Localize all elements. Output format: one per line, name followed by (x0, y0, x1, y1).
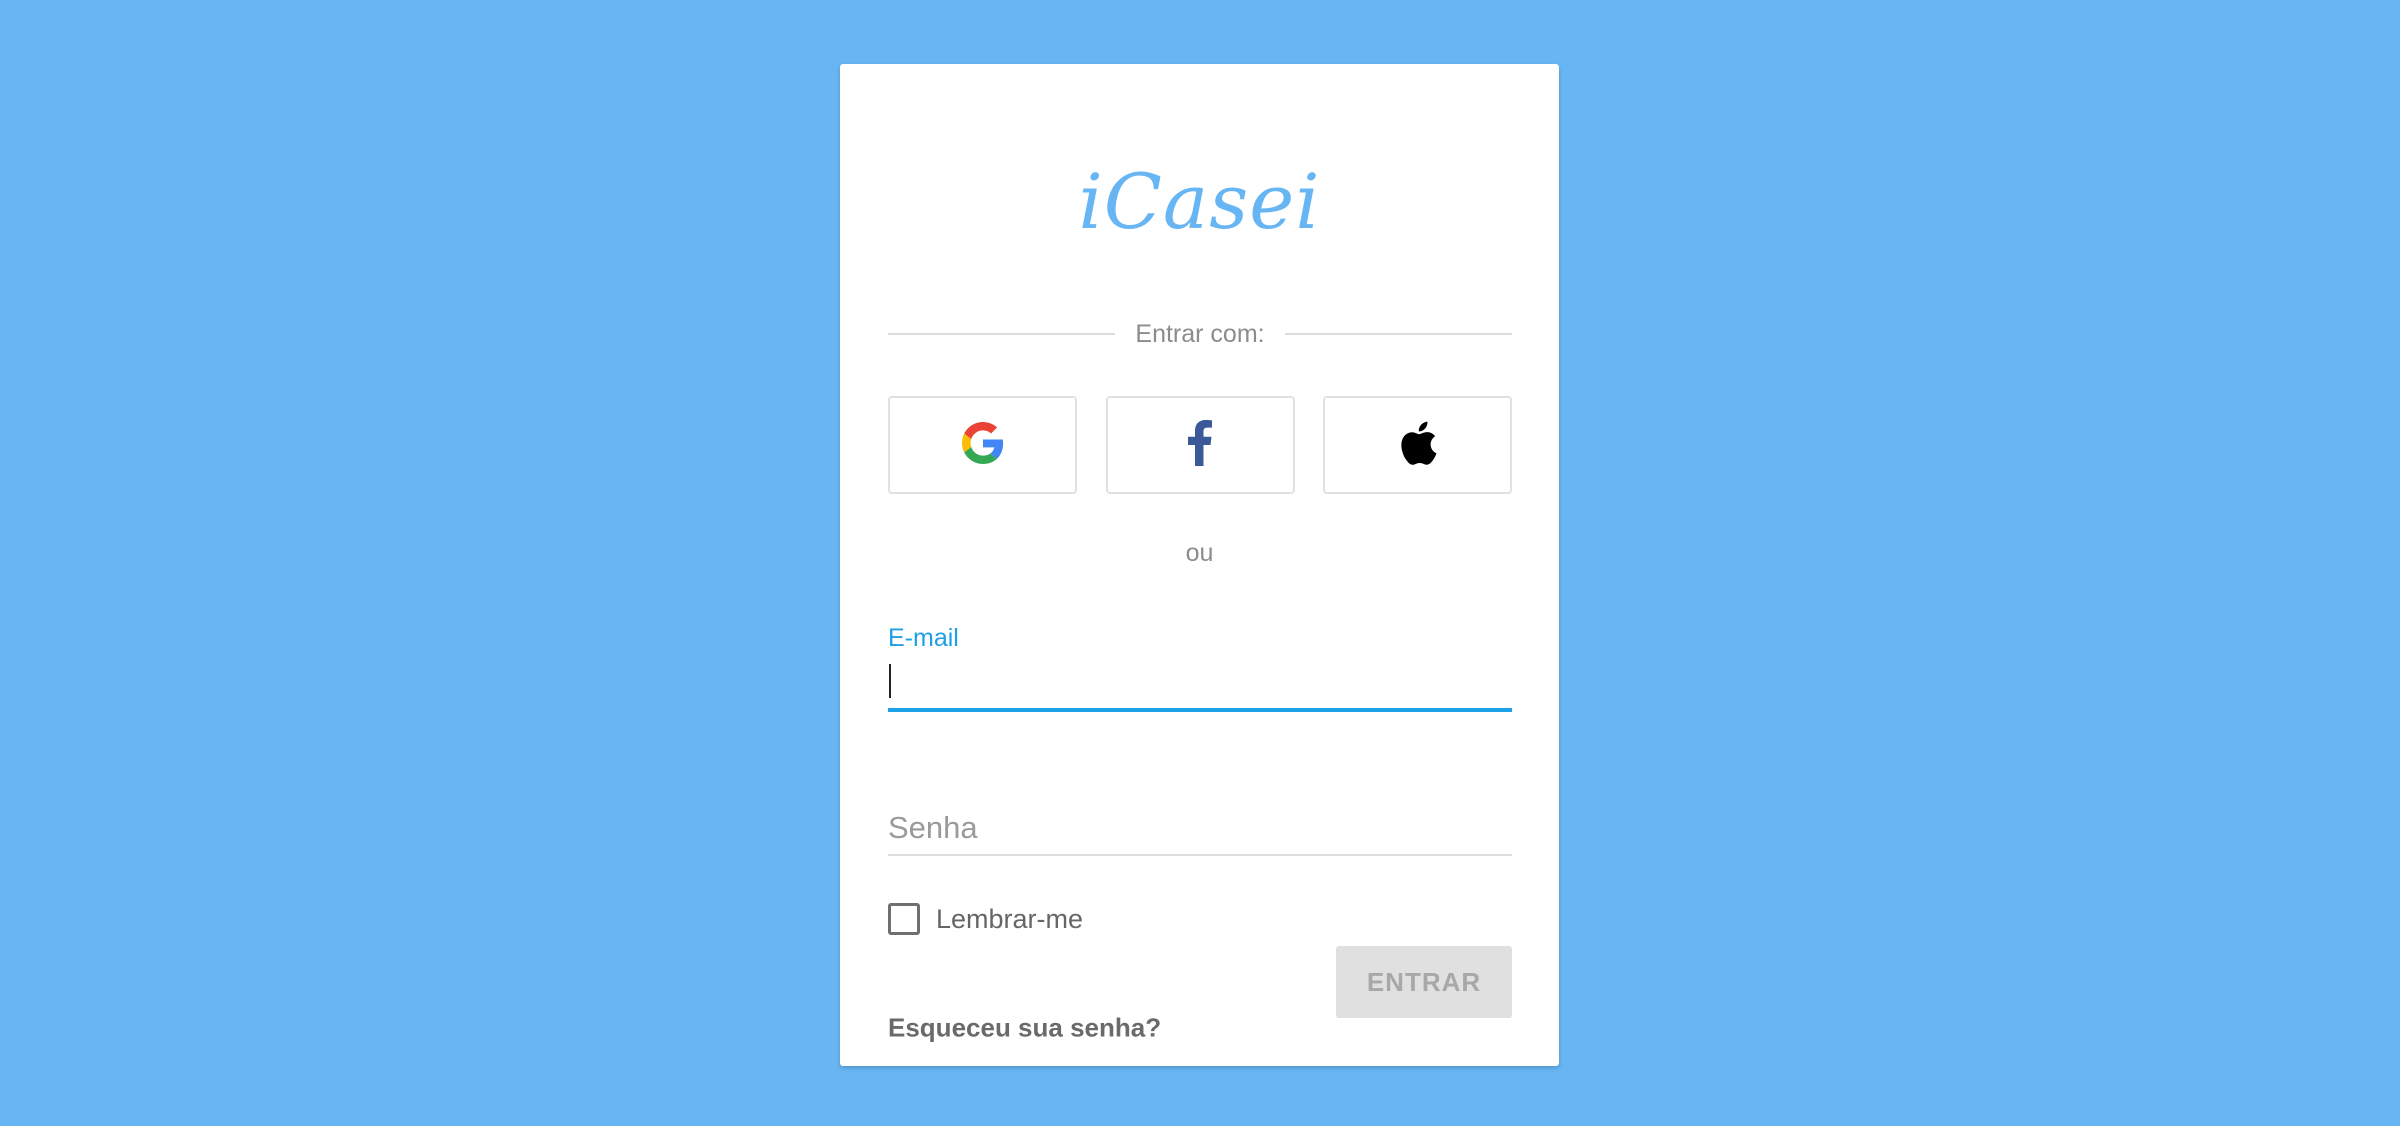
apple-icon (1399, 421, 1437, 470)
remember-me-label: Lembrar-me (936, 903, 1084, 934)
facebook-login-button[interactable] (1105, 396, 1295, 494)
login-submit-button[interactable]: ENTRAR (1336, 946, 1512, 1018)
email-underline (888, 708, 1512, 712)
password-input[interactable] (888, 804, 1512, 852)
remember-me-checkbox[interactable] (888, 903, 920, 935)
icasei-logo: iCasei (1078, 157, 1321, 246)
password-underline (888, 854, 1512, 856)
remember-me-option[interactable]: Lembrar-me (888, 902, 1083, 936)
divider-line-left (888, 333, 1116, 335)
email-input[interactable] (888, 658, 1512, 702)
text-caret (889, 664, 891, 698)
or-separator: ou (1185, 539, 1214, 567)
google-login-button[interactable] (888, 396, 1077, 494)
social-divider-label: Entrar com: (1135, 319, 1265, 348)
forgot-password-link[interactable]: Esqueceu sua senha? (888, 1013, 1161, 1044)
divider-line-right (1284, 333, 1513, 335)
social-login-buttons (888, 396, 1512, 494)
social-divider: Entrar com: (888, 316, 1513, 352)
login-card: iCasei Entrar com: ou E-mail Lembrar-me … (840, 64, 1559, 1066)
email-label: E-mail (888, 624, 959, 652)
password-field-group (888, 804, 1512, 858)
google-icon (961, 421, 1004, 469)
facebook-icon (1188, 419, 1212, 471)
email-field-group: E-mail (888, 624, 1512, 712)
apple-login-button[interactable] (1323, 396, 1512, 494)
